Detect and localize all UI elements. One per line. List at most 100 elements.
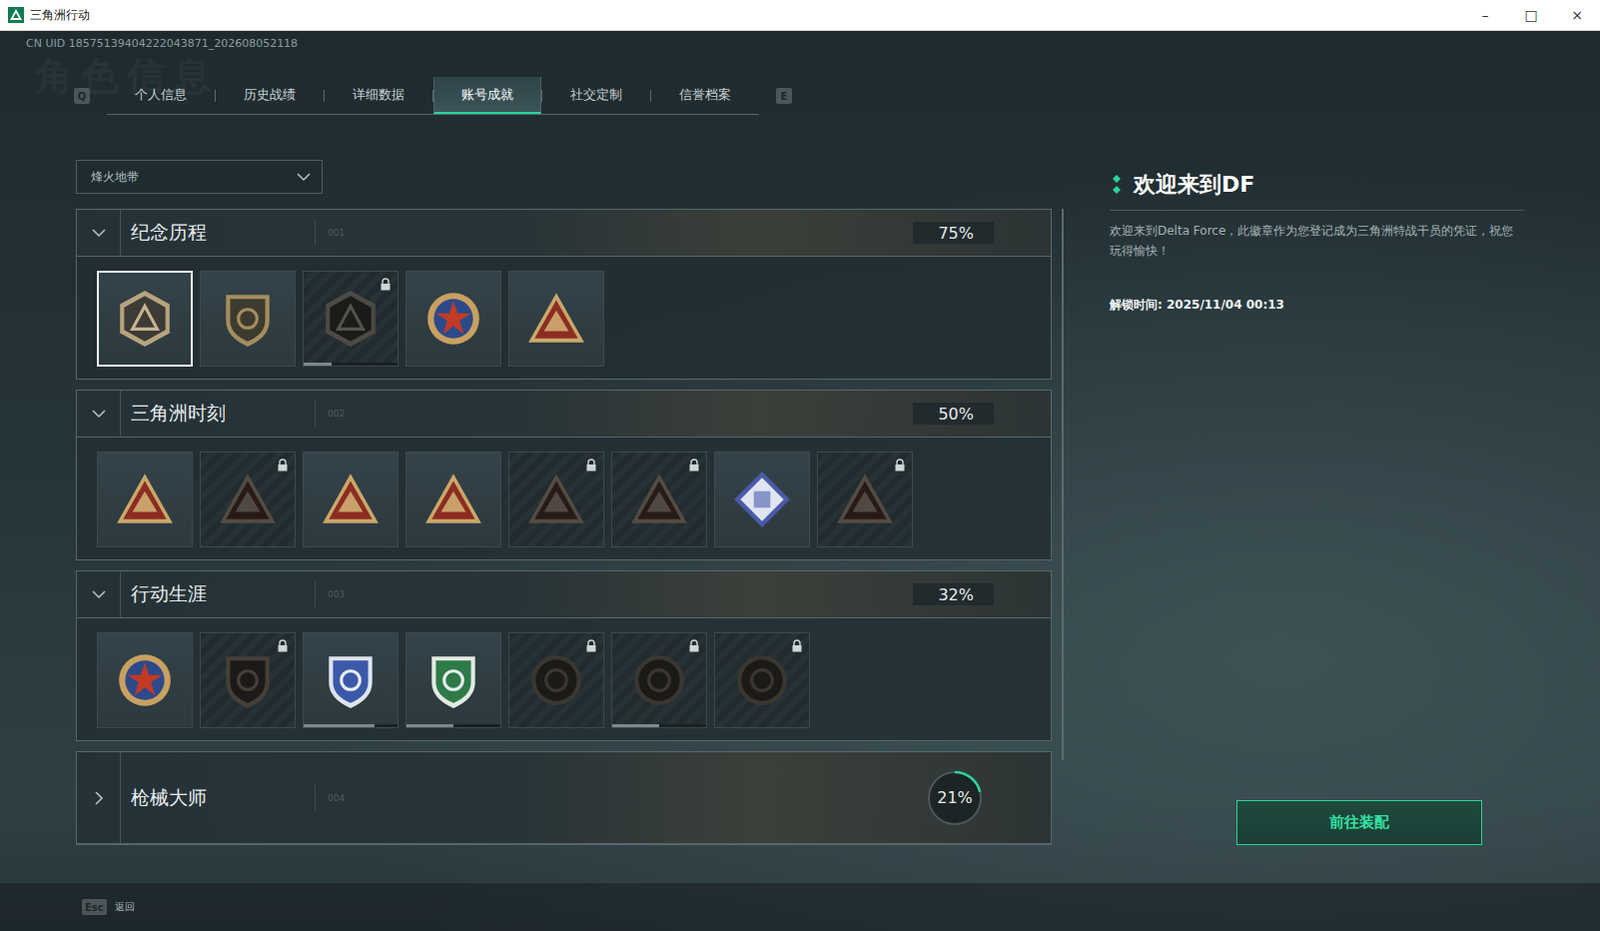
lock-icon — [688, 458, 701, 472]
achievement-list: 烽火地带纪念历程00175% 三角洲时刻00250% 行动生涯00332% 枪械大师0… — [75, 159, 1052, 883]
badge-tile[interactable] — [302, 451, 399, 548]
section-toggle[interactable] — [76, 571, 121, 618]
chevron-icon — [90, 405, 107, 422]
section-toggle[interactable] — [76, 390, 121, 437]
badge-icon — [113, 649, 176, 712]
mode-select[interactable]: 烽火地带 — [75, 159, 323, 194]
scrollbar[interactable] — [1061, 208, 1064, 761]
achievement-section: 纪念历程00175% — [75, 208, 1052, 380]
badge-tile[interactable] — [405, 632, 502, 729]
unlock-time: 解锁时间: 2025/11/04 00:13 — [1109, 296, 1525, 314]
achievement-section: 三角洲时刻00250% — [75, 389, 1052, 561]
badge-icon — [422, 287, 485, 350]
badge-progress — [612, 724, 707, 728]
badge-tile[interactable] — [816, 451, 913, 548]
lock-icon — [379, 277, 392, 291]
window-title: 三角洲行动 — [29, 6, 1463, 24]
badge-tile[interactable] — [508, 451, 605, 548]
section-percent: 75% — [912, 221, 994, 244]
section-header[interactable]: 三角洲时刻00250% — [76, 390, 1051, 438]
detail-title: 欢迎来到DF — [1133, 169, 1255, 200]
badge-progress — [303, 362, 398, 366]
badge-tile[interactable] — [611, 451, 708, 548]
tab[interactable]: 信誉档案 — [651, 76, 760, 114]
section-toggle[interactable] — [76, 209, 121, 256]
section-title: 三角洲时刻 — [120, 400, 316, 427]
badge-tile[interactable] — [199, 451, 296, 548]
section-header[interactable]: 纪念历程00175% — [76, 209, 1051, 257]
badge-icon — [731, 649, 794, 712]
badge-row — [76, 256, 1051, 379]
badge-icon — [216, 649, 279, 712]
badge-tile[interactable] — [405, 451, 502, 548]
badge-tile[interactable] — [405, 270, 502, 367]
lock-icon — [276, 458, 289, 472]
chevron-icon — [295, 168, 312, 185]
achievement-section: 枪械大师00421% — [75, 751, 1052, 845]
badge-tile[interactable] — [714, 451, 810, 548]
next-tab-key[interactable]: E — [776, 87, 793, 104]
badge-progress — [406, 724, 501, 728]
progress-ring: 21% — [924, 768, 985, 828]
lock-icon — [893, 458, 906, 472]
window-control[interactable]: □ — [1508, 0, 1555, 30]
chevron-icon — [90, 224, 107, 241]
badge-icon — [525, 287, 588, 350]
badge-tile[interactable] — [508, 270, 605, 367]
badge-icon — [319, 649, 382, 712]
badge-icon — [525, 468, 588, 531]
detail-header: 欢迎来到DF — [1109, 169, 1525, 211]
badge-tile[interactable] — [96, 270, 193, 367]
game-screen: 角色信息CN UID 18575139404222043871_20260805… — [0, 30, 1600, 931]
diamond-icon — [1109, 173, 1124, 196]
badge-icon — [319, 468, 382, 531]
lock-icon — [791, 639, 803, 653]
badge-tile[interactable] — [199, 632, 296, 729]
badge-tile[interactable] — [199, 270, 296, 367]
tab[interactable]: 账号成就 — [433, 76, 542, 114]
tab-row: Q 个人信息历史战绩详细数据账号成就社交定制信誉档案 E — [73, 76, 1600, 115]
section-index: 002 — [315, 408, 913, 419]
badge-icon — [319, 287, 382, 350]
badge-progress — [303, 724, 398, 728]
tab[interactable]: 历史战绩 — [215, 76, 324, 114]
lock-icon — [688, 639, 701, 653]
badge-icon — [628, 649, 691, 712]
tab[interactable]: 社交定制 — [542, 76, 651, 114]
badge-icon — [113, 287, 176, 350]
badge-tile[interactable] — [508, 632, 605, 729]
tab[interactable]: 个人信息 — [106, 76, 215, 114]
chevron-icon — [90, 586, 107, 603]
detail-panel: 欢迎来到DF 欢迎来到Delta Force，此徽章作为您登记成为三角洲特战干员的… — [1109, 159, 1525, 883]
badge-row — [76, 437, 1051, 560]
back-key[interactable]: Esc — [81, 898, 107, 915]
badge-tile[interactable] — [302, 270, 399, 367]
section-list: 纪念历程00175% 三角洲时刻00250% 行动生涯00332% 枪械大师00421… — [75, 208, 1052, 845]
section-toggle[interactable] — [76, 752, 121, 843]
tab-separator — [214, 89, 216, 102]
badge-icon — [525, 649, 588, 712]
footer: Esc 返回 — [0, 882, 1600, 931]
lock-icon — [585, 639, 598, 653]
window-control[interactable]: × — [1554, 0, 1600, 30]
tab-separator — [323, 89, 325, 102]
back-label[interactable]: 返回 — [114, 899, 135, 914]
badge-tile[interactable] — [302, 632, 399, 729]
equip-button[interactable]: 前往装配 — [1236, 800, 1483, 845]
badge-tile[interactable] — [714, 632, 810, 729]
badge-tile[interactable] — [96, 451, 193, 548]
badge-icon — [216, 287, 279, 350]
badge-icon — [628, 468, 691, 531]
window-control[interactable]: – — [1462, 0, 1509, 30]
detail-description: 欢迎来到Delta Force，此徽章作为您登记成为三角洲特战干员的凭证，祝您玩… — [1109, 220, 1525, 261]
tab[interactable]: 详细数据 — [324, 76, 433, 114]
section-header[interactable]: 行动生涯00332% — [76, 571, 1051, 619]
section-header[interactable]: 枪械大师00421% — [76, 752, 1051, 844]
player-uid: CN UID 18575139404222043871_202608052118 — [25, 36, 1600, 51]
section-index: 001 — [315, 227, 913, 238]
prev-tab-key[interactable]: Q — [73, 87, 90, 104]
badge-tile[interactable] — [96, 632, 193, 729]
badge-tile[interactable] — [611, 632, 708, 729]
section-index: 004 — [315, 793, 925, 803]
page-body: 烽火地带纪念历程00175% 三角洲时刻00250% 行动生涯00332% 枪械大师0… — [0, 114, 1600, 883]
